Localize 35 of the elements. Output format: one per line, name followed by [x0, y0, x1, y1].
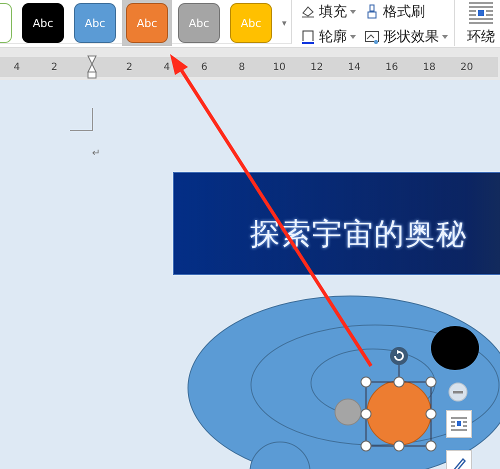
outline-icon	[300, 28, 316, 44]
wrap-text-button[interactable]: 环绕	[455, 0, 495, 46]
selected-circle-shape[interactable]	[366, 380, 432, 446]
style-swatch[interactable]: Abc	[22, 3, 64, 43]
ruler-number: 8	[238, 62, 245, 72]
text-wrap-icon	[451, 417, 467, 431]
rotate-handle-icon[interactable]	[390, 347, 408, 365]
ruler-number: 14	[348, 62, 361, 72]
ruler-number: 2	[51, 62, 58, 72]
paint-bucket-icon	[300, 4, 316, 20]
ruler-number: 18	[422, 62, 436, 72]
text-wrap-icon	[468, 2, 494, 24]
ruler-number: 4	[164, 62, 170, 72]
planet-shape	[431, 326, 479, 370]
indent-marker-icon[interactable]	[86, 55, 97, 79]
selection-frame[interactable]	[360, 364, 436, 452]
layout-options-button[interactable]	[446, 410, 472, 438]
margin-corner-mark	[70, 108, 93, 131]
moon-shape	[334, 398, 362, 426]
gallery-more-button[interactable]: ▾	[282, 18, 287, 28]
ruler-number: 16	[385, 62, 398, 72]
ruler-number: 2	[126, 62, 132, 72]
format-button[interactable]: 形状效果	[364, 27, 448, 46]
pen-icon	[451, 455, 467, 469]
ruler-number: 10	[272, 62, 286, 72]
format-button[interactable]: 格式刷	[364, 2, 448, 21]
ruler-number: 12	[310, 62, 324, 72]
ruler-number: 6	[201, 62, 208, 72]
paragraph-mark: ↵	[92, 148, 100, 159]
ruler-number: 20	[460, 62, 474, 72]
format-button[interactable]: 轮廓	[300, 27, 356, 46]
collapse-icon[interactable]	[448, 382, 468, 402]
shape-effects-icon	[364, 28, 380, 44]
format-button[interactable]: 填充	[300, 2, 356, 21]
ruler-number: 4	[14, 62, 20, 72]
